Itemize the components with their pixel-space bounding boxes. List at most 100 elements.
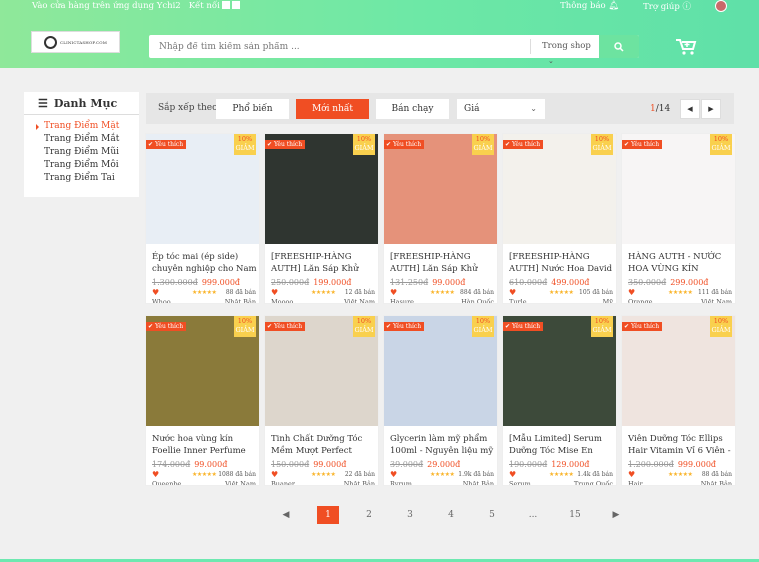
page-5[interactable]: 5 — [483, 506, 501, 524]
search-button[interactable] — [599, 35, 639, 58]
favorite-badge: ✔ Yêu thích — [503, 140, 544, 149]
pagination-next-icon[interactable]: ▶ — [610, 506, 622, 524]
help-link[interactable]: Trợ giúp ⓘ — [643, 0, 691, 12]
sold-count: 88 đã bán — [225, 289, 256, 296]
product-name[interactable]: Glycerin làm mỹ phẩm 100ml - Nguyên liệu… — [390, 433, 496, 457]
original-price: 190.000đ — [509, 460, 548, 469]
sale-price: 299.000đ — [670, 278, 709, 287]
page-4[interactable]: 4 — [442, 506, 460, 524]
heart-icon[interactable]: ♥ — [271, 471, 278, 479]
product-name[interactable]: [FREESHIP-HÀNG AUTH] Lăn Sáp Khử Mùi Nam… — [271, 251, 377, 275]
product-card[interactable]: ✔ Yêu thích 10% GIẢM Nước hoa vùng kín Foel… — [145, 315, 260, 486]
heart-icon[interactable]: ♥ — [152, 289, 159, 297]
brand-name: Hasure — [390, 298, 415, 304]
heart-icon[interactable]: ♥ — [628, 289, 635, 297]
product-card[interactable]: ✔ Yêu thích 10% GIẢM [FREESHIP-HÀNG AUTH] N… — [502, 133, 617, 304]
prev-page-button[interactable]: ◀ — [680, 99, 700, 119]
top-bar: Vào cửa hàng trên ứng dụng Ychi2 Kết nối… — [0, 0, 759, 14]
heart-icon[interactable]: ♥ — [390, 471, 397, 479]
instagram-icon[interactable] — [231, 1, 240, 9]
origin: Nhật Bản — [343, 480, 375, 486]
heart-icon[interactable]: ♥ — [509, 471, 516, 479]
page-ellipsis: ... — [528, 510, 538, 520]
sold-count: 1.4k đã bán — [577, 471, 613, 478]
product-name[interactable]: [FREESHIP-HÀNG AUTH] Lăn Sáp Khử Mùi Old… — [390, 251, 496, 275]
product-card[interactable]: ✔ Yêu thích 10% GIẢM [FREESHIP-HÀNG AUTH] L… — [383, 133, 498, 304]
brand-row: Hasure Hàn Quốc — [390, 298, 494, 304]
product-name[interactable]: Viên Dưỡng Tóc Ellips Hair Vitamin Vỉ 6 … — [628, 433, 734, 457]
brand-name: Orange — [628, 298, 653, 304]
avatar[interactable] — [715, 0, 727, 12]
sort-newest-button[interactable]: Mới nhất — [296, 99, 369, 119]
origin: Nhật Bản — [700, 480, 732, 486]
app-link[interactable]: Vào cửa hàng trên ứng dụng Ychi2 — [32, 1, 181, 11]
product-card[interactable]: ✔ Yêu thích 10% GIẢM HÀNG AUTH - NƯỚC HOA V… — [621, 133, 736, 304]
rating-row: ♥ ★★★★★ 88 đã bán — [152, 289, 256, 298]
sidebar-item-trang-diem-moi[interactable]: Trang Điểm Môi — [24, 160, 139, 173]
discount-percent: 10% — [356, 317, 372, 325]
sold-count: 105 đã bán — [579, 289, 613, 296]
page-15[interactable]: 15 — [565, 506, 585, 524]
sort-label: Sắp xếp theo — [158, 103, 218, 113]
search-input[interactable] — [159, 39, 519, 54]
sidebar-item-trang-diem-mui[interactable]: Trang Điểm Mũi — [24, 147, 139, 160]
page-1[interactable]: 1 — [317, 506, 339, 524]
sidebar-title: ☰ Danh Mục — [24, 92, 139, 115]
product-name[interactable]: HÀNG AUTH - NƯỚC HOA VÙNG KÍN FOELLIE EA… — [628, 251, 734, 275]
product-card[interactable]: ✔ Yêu thích 10% GIẢM [Mẫu Limited] Serum Dư… — [502, 315, 617, 486]
discount-badge: 10% GIẢM — [710, 134, 732, 155]
product-name[interactable]: Ép tóc mai (ép side) chuyên nghiệp cho N… — [152, 251, 258, 275]
favorite-label: Yêu thích — [630, 141, 660, 148]
pagination-prev-icon[interactable]: ◀ — [280, 506, 292, 524]
heart-icon[interactable]: ♥ — [509, 289, 516, 297]
search-scope-label: Trong shop — [542, 41, 591, 51]
search-scope-select[interactable]: Trong shop ⌄ — [530, 39, 602, 65]
heart-icon[interactable]: ♥ — [271, 289, 278, 297]
page-3[interactable]: 3 — [401, 506, 419, 524]
check-icon: ✔ — [386, 141, 392, 148]
check-icon: ✔ — [148, 141, 154, 148]
discount-percent: 10% — [594, 135, 610, 143]
discount-badge: 10% GIẢM — [472, 316, 494, 337]
heart-icon[interactable]: ♥ — [390, 289, 397, 297]
sold-count: 88 đã bán — [701, 471, 732, 478]
chevron-left-icon: ◀ — [687, 105, 693, 113]
brand-name: Whoo — [152, 298, 171, 304]
favorite-badge: ✔ Yêu thích — [265, 322, 306, 331]
sort-bestseller-button[interactable]: Bán chạy — [376, 99, 449, 119]
sale-price: 99.000đ — [313, 460, 347, 469]
check-icon: ✔ — [267, 323, 273, 330]
product-card[interactable]: ✔ Yêu thích 10% GIẢM Tinh Chất Dưỡng Tóc Mề… — [264, 315, 379, 486]
sidebar-item-trang-diem-tai[interactable]: Trang Điểm Tai — [24, 173, 139, 186]
sale-price: 999.000đ — [677, 460, 717, 469]
product-name[interactable]: [Mẫu Limited] Serum Dưỡng Tóc Mise En Sc… — [509, 433, 615, 457]
price-sort-select[interactable]: Giá ⌄ — [457, 99, 545, 119]
product-name[interactable]: [FREESHIP-HÀNG AUTH] Nước Hoa David Beck… — [509, 251, 615, 275]
discount-word: GIẢM — [592, 326, 612, 334]
next-page-button[interactable]: ▶ — [701, 99, 721, 119]
logo[interactable]: CLINICTASHOP.COM — [31, 31, 120, 53]
sort-bar: Sắp xếp theo Phổ biến Mới nhất Bán chạy … — [146, 93, 734, 124]
product-card[interactable]: ✔ Yêu thích 10% GIẢM Viên Dưỡng Tóc Ellips … — [621, 315, 736, 486]
product-name[interactable]: Tinh Chất Dưỡng Tóc Mềm Mượt Perfect Rep… — [271, 433, 377, 457]
facebook-icon[interactable] — [221, 1, 230, 9]
sort-popular-button[interactable]: Phổ biến — [216, 99, 289, 119]
cart-button[interactable] — [675, 38, 697, 56]
heart-icon[interactable]: ♥ — [628, 471, 635, 479]
bell-icon: 🔔︎ — [608, 1, 620, 11]
discount-word: GIẢM — [235, 144, 255, 152]
product-card[interactable]: ✔ Yêu thích 10% GIẢM [FREESHIP-HÀNG AUTH] L… — [264, 133, 379, 304]
product-card[interactable]: ✔ Yêu thích 10% GIẢM Glycerin làm mỹ phẩm 1… — [383, 315, 498, 486]
rating-row: ♥ ★★★★★ 111 đã bán — [628, 289, 732, 298]
heart-icon[interactable]: ♥ — [152, 471, 159, 479]
page-2[interactable]: 2 — [360, 506, 378, 524]
sidebar-item-trang-diem-mat[interactable]: Trang Điểm Mặt — [24, 121, 139, 134]
notifications-link[interactable]: Thông báo 🔔︎ — [560, 1, 619, 11]
product-name[interactable]: Nước hoa vùng kín Foellie Inner Perfume — [152, 433, 258, 457]
discount-word: GIẢM — [354, 326, 374, 334]
product-prices: 174.000đ 99.000đ — [152, 460, 227, 469]
chevron-right-icon: ▶ — [708, 105, 714, 113]
sidebar-item-trang-diem-mat-eyes[interactable]: Trang Điểm Mắt — [24, 134, 139, 147]
product-card[interactable]: ✔ Yêu thích 10% GIẢM Ép tóc mai (ép side) c… — [145, 133, 260, 304]
product-prices: 250.000đ 199.000đ — [271, 278, 351, 287]
